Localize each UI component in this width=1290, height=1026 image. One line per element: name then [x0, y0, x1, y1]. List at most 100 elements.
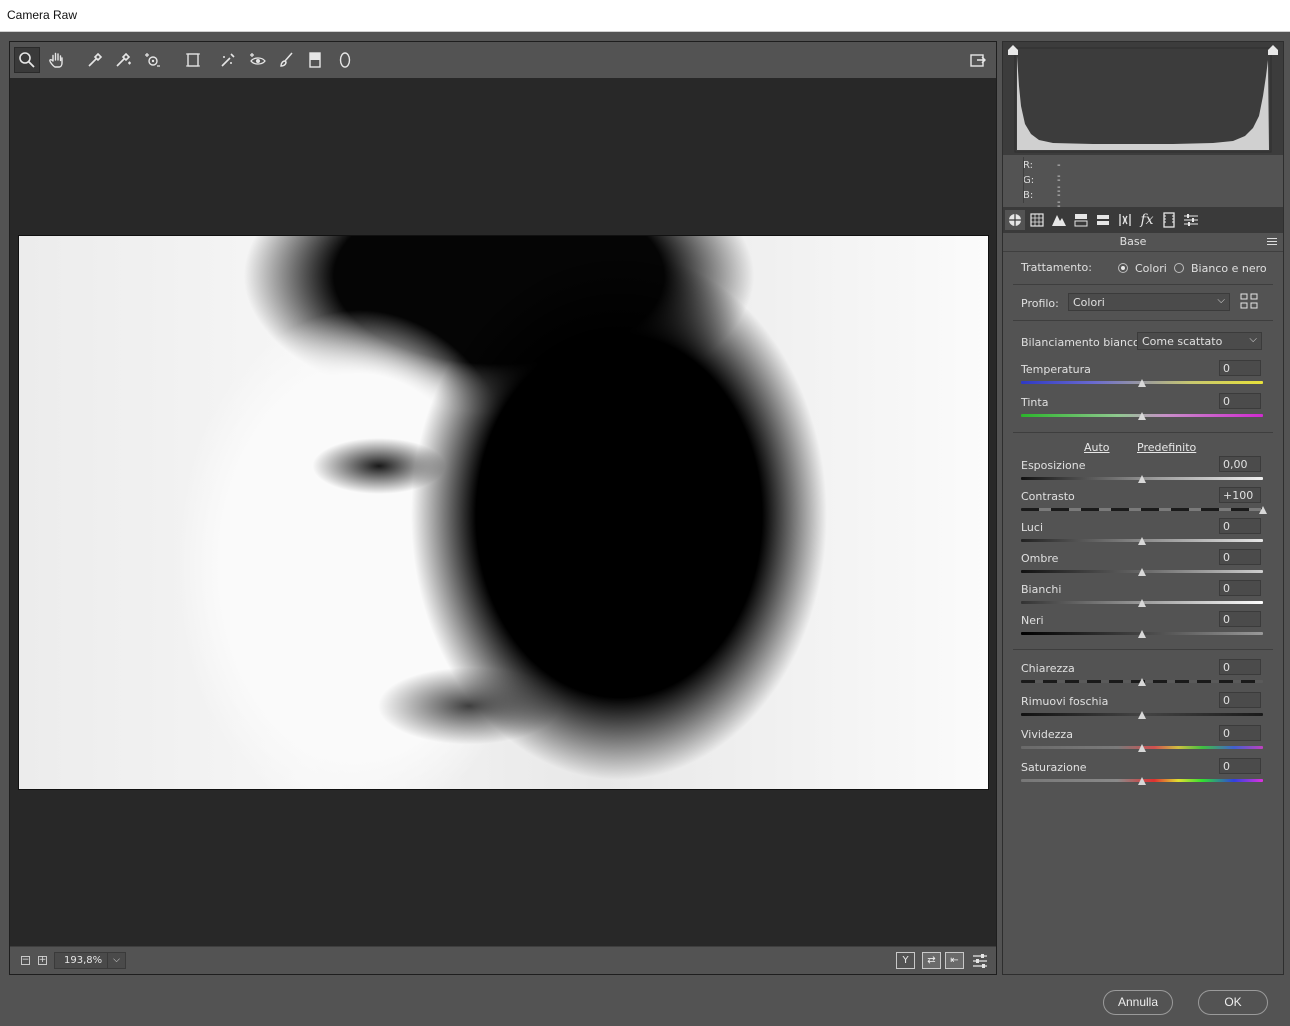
graduated-filter-icon [309, 52, 321, 68]
aperture-icon [1009, 214, 1021, 226]
radial-filter-button[interactable] [332, 47, 358, 73]
portrait-photo [19, 236, 988, 789]
copy-settings-button[interactable]: ⇤ [945, 952, 964, 969]
tint-slider-handle[interactable] [1138, 412, 1146, 420]
tab-basic[interactable] [1005, 210, 1025, 230]
vibrance-value-field[interactable]: 0 [1219, 725, 1261, 741]
highlight-clipping-warning-icon[interactable] [1266, 44, 1280, 56]
hand-icon [49, 52, 63, 68]
hand-tool-button[interactable] [44, 47, 70, 73]
before-after-icon: Y [902, 955, 909, 966]
targeted-adjustment-tool-button[interactable] [140, 47, 166, 73]
whites-value: 0 [1223, 582, 1230, 595]
profile-dropdown[interactable]: Colori ⌵ [1068, 293, 1230, 311]
transform-tool-button[interactable] [180, 47, 206, 73]
preview-area: − + 193,8% ⌵ Y ⇄ ⇤ [9, 41, 997, 975]
red-eye-tool-button[interactable] [245, 47, 271, 73]
white-balance-value: Come scattato [1142, 335, 1223, 348]
treatment-color-radio[interactable] [1118, 263, 1128, 273]
tab-lens-corrections[interactable] [1115, 210, 1135, 230]
color-sampler-tool-button[interactable] [110, 47, 136, 73]
spot-removal-tool-button[interactable] [215, 47, 241, 73]
zoom-bar: − + 193,8% ⌵ Y ⇄ ⇤ [10, 946, 996, 974]
dehaze-value-field[interactable]: 0 [1219, 692, 1261, 708]
tint-value-field[interactable]: 0 [1219, 393, 1261, 409]
default-link[interactable]: Predefinito [1137, 441, 1196, 454]
clarity-value: 0 [1223, 661, 1230, 674]
zoom-level-select[interactable]: 193,8% ⌵ [54, 952, 126, 969]
saturation-label: Saturazione [1021, 761, 1087, 774]
swap-settings-button[interactable]: ⇄ [922, 952, 941, 969]
tab-calibration[interactable] [1159, 210, 1179, 230]
treatment-bw-radio[interactable] [1174, 263, 1184, 273]
auto-link[interactable]: Auto [1084, 441, 1110, 454]
temperature-value-field[interactable]: 0 [1219, 360, 1261, 376]
blacks-slider-handle[interactable] [1138, 630, 1146, 638]
swap-icon: ⇄ [927, 955, 936, 966]
contrast-slider-track[interactable] [1021, 508, 1263, 511]
g-readout: G: --- [1023, 175, 1061, 208]
open-preferences-button[interactable] [965, 47, 991, 73]
clarity-label: Chiarezza [1021, 662, 1075, 675]
tab-detail[interactable] [1049, 210, 1069, 230]
zoom-tool-button[interactable] [14, 47, 40, 73]
shadows-slider-handle[interactable] [1138, 568, 1146, 576]
shadow-clipping-warning-icon[interactable] [1006, 44, 1020, 56]
whites-label: Bianchi [1021, 583, 1062, 596]
spot-removal-icon [221, 53, 235, 67]
preview-preferences-button[interactable] [970, 952, 989, 969]
white-balance-dropdown[interactable]: Come scattato ⌵ [1137, 332, 1262, 350]
sliders-icon [972, 953, 987, 968]
temperature-slider-handle[interactable] [1138, 379, 1146, 387]
clarity-value-field[interactable]: 0 [1219, 659, 1261, 675]
saturation-value-field[interactable]: 0 [1219, 758, 1261, 774]
adjustment-brush-button[interactable] [273, 47, 299, 73]
temperature-value: 0 [1223, 362, 1230, 375]
b-readout: B:--- [1023, 190, 1061, 223]
copy-left-icon: ⇤ [950, 955, 959, 966]
cancel-button[interactable]: Annulla [1103, 990, 1173, 1015]
ok-button[interactable]: OK [1198, 990, 1268, 1015]
eyedropper-icon [88, 52, 103, 67]
whites-value-field[interactable]: 0 [1219, 580, 1261, 596]
blacks-value-field[interactable]: 0 [1219, 611, 1261, 627]
saturation-slider-handle[interactable] [1138, 777, 1146, 785]
exposure-value-field[interactable]: 0,00 [1219, 456, 1261, 472]
window-title: Camera Raw [7, 8, 78, 22]
rgb-readout: R:--- G:--- B:--- [1003, 155, 1283, 223]
dehaze-label: Rimuovi foschia [1021, 695, 1109, 708]
zoom-out-button[interactable]: − [21, 956, 30, 965]
profile-value: Colori [1073, 296, 1105, 309]
whites-slider-handle[interactable] [1138, 599, 1146, 607]
tint-label: Tinta [1021, 396, 1049, 409]
before-after-toggle[interactable]: Y [896, 952, 915, 969]
tone-curve-icon [1030, 213, 1044, 227]
dehaze-slider-handle[interactable] [1138, 711, 1146, 719]
image-preview[interactable] [18, 235, 989, 790]
highlights-slider-handle[interactable] [1138, 537, 1146, 545]
title-bar: Camera Raw [0, 0, 1290, 32]
vibrance-slider-handle[interactable] [1138, 744, 1146, 752]
contrast-slider-handle[interactable] [1259, 506, 1267, 514]
lens-icon [1119, 214, 1131, 226]
white-balance-tool-button[interactable] [82, 47, 108, 73]
presets-icon [1184, 214, 1198, 226]
tab-split-toning[interactable] [1093, 210, 1113, 230]
saturation-value: 0 [1223, 760, 1230, 773]
exposure-label: Esposizione [1021, 459, 1086, 472]
white-balance-label: Bilanciamento bianco: [1021, 336, 1144, 349]
tab-presets[interactable] [1181, 210, 1201, 230]
tab-tone-curve[interactable] [1027, 210, 1047, 230]
exposure-slider-handle[interactable] [1138, 475, 1146, 483]
graduated-filter-button[interactable] [302, 47, 328, 73]
tab-hsl[interactable] [1071, 210, 1091, 230]
color-sampler-icon [116, 52, 131, 67]
shadows-value-field[interactable]: 0 [1219, 549, 1261, 565]
panel-menu-icon[interactable] [1267, 238, 1277, 239]
zoom-in-button[interactable]: + [38, 956, 47, 965]
profile-browser-icon[interactable] [1240, 293, 1258, 309]
highlights-value-field[interactable]: 0 [1219, 518, 1261, 534]
tab-effects[interactable]: fx [1137, 210, 1157, 230]
clarity-slider-handle[interactable] [1138, 678, 1146, 686]
contrast-value-field[interactable]: +100 [1219, 487, 1261, 503]
